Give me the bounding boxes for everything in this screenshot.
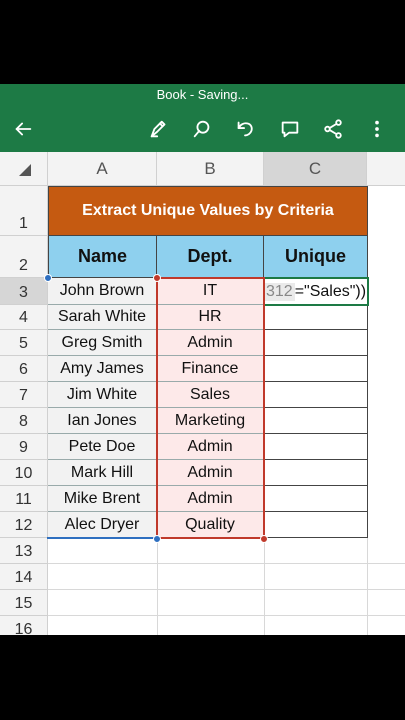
row-header-9[interactable]: 9 [0,434,48,460]
row-header-1[interactable]: 1 [0,186,48,236]
range-highlight-b [156,277,265,539]
search-icon[interactable] [187,114,217,144]
row-header-3[interactable]: 3 [0,278,48,305]
unique-cell[interactable] [264,408,368,434]
unique-cell[interactable] [264,356,368,382]
column-header-c[interactable]: C [264,152,367,186]
pen-icon[interactable] [144,114,174,144]
column-header-d[interactable] [367,152,405,186]
bottom-bar [0,635,405,720]
active-cell-border [263,277,369,306]
gridline [48,563,405,564]
unique-cell[interactable] [264,512,368,538]
row-header-15[interactable]: 15 [0,590,48,616]
select-all-icon [19,164,31,176]
app-titlebar: Book - Saving... [0,84,405,152]
comment-icon[interactable] [275,114,305,144]
row-header-8[interactable]: 8 [0,408,48,434]
range-handle-b-bottom[interactable] [260,535,268,543]
range-handle-b-top[interactable] [153,274,161,282]
document-title: Book - Saving... [156,87,249,102]
header-name[interactable]: Name [48,236,157,278]
column-header-a[interactable]: A [48,152,157,186]
range-handle-a-top[interactable] [44,274,52,282]
back-arrow-icon[interactable] [8,114,38,144]
share-icon[interactable] [318,114,348,144]
more-vertical-icon[interactable] [362,114,392,144]
unique-cell[interactable] [264,330,368,356]
row-header-6[interactable]: 6 [0,356,48,382]
row-header-13[interactable]: 13 [0,538,48,564]
unique-cell[interactable] [264,486,368,512]
gridline [48,615,405,616]
range-handle-a-bottom[interactable] [153,535,161,543]
row-header-12[interactable]: 12 [0,512,48,538]
row-header-5[interactable]: 5 [0,330,48,356]
unique-cell[interactable] [264,305,368,330]
row-header-14[interactable]: 14 [0,564,48,590]
row-header-10[interactable]: 10 [0,460,48,486]
row-header-11[interactable]: 11 [0,486,48,512]
title-banner[interactable]: Extract Unique Values by Criteria [48,186,368,236]
select-all-corner[interactable] [0,152,48,186]
column-header-b[interactable]: B [157,152,264,186]
row-header-2[interactable]: 2 [0,236,48,278]
row-header-4[interactable]: 4 [0,305,48,330]
row-header-16[interactable]: 16 [0,616,48,635]
gridline [48,589,405,590]
range-highlight-a [47,277,158,539]
header-unique[interactable]: Unique [264,236,368,278]
row-header-7[interactable]: 7 [0,382,48,408]
unique-cell[interactable] [264,460,368,486]
unique-cell[interactable] [264,382,368,408]
spreadsheet-grid[interactable]: A B C 1 2 3 4 5 6 7 8 9 10 11 12 13 14 1… [0,152,405,635]
undo-icon[interactable] [230,114,260,144]
unique-cell[interactable] [264,434,368,460]
header-dept[interactable]: Dept. [157,236,264,278]
